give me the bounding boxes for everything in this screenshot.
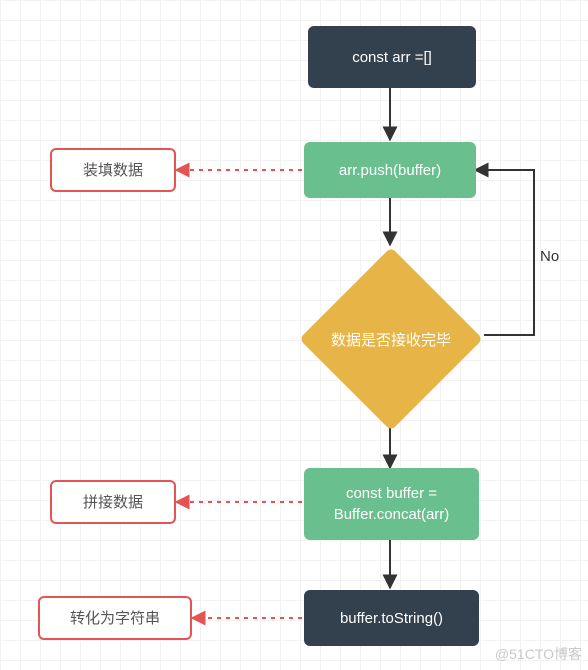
edge-label-no: No bbox=[540, 248, 559, 265]
annotation-concat-data: 拼接数据 bbox=[50, 480, 176, 524]
node-decision: 数据是否接收完毕 bbox=[296, 244, 486, 434]
node-buffer-concat: const buffer = Buffer.concat(arr) bbox=[304, 468, 479, 540]
node-label: 数据是否接收完毕 bbox=[331, 329, 451, 350]
node-buffer-tostring: buffer.toString() bbox=[304, 590, 479, 646]
flowchart-canvas: const arr =[] arr.push(buffer) 数据是否接收完毕 … bbox=[0, 0, 588, 670]
edge-label-text: No bbox=[540, 248, 559, 265]
annotation-label: 装填数据 bbox=[83, 160, 143, 181]
annotation-label: 转化为字符串 bbox=[70, 608, 160, 629]
node-label: const arr =[] bbox=[352, 47, 432, 68]
node-label-line1: const buffer = bbox=[346, 483, 437, 504]
node-label: arr.push(buffer) bbox=[339, 160, 441, 181]
annotation-label: 拼接数据 bbox=[83, 492, 143, 513]
node-const-arr: const arr =[] bbox=[308, 26, 476, 88]
node-label: buffer.toString() bbox=[340, 608, 443, 629]
node-label-line2: Buffer.concat(arr) bbox=[334, 504, 450, 525]
node-arr-push: arr.push(buffer) bbox=[304, 142, 476, 198]
annotation-fill-data: 装填数据 bbox=[50, 148, 176, 192]
watermark: @51CTO博客 bbox=[495, 644, 582, 664]
annotation-tostring: 转化为字符串 bbox=[38, 596, 192, 640]
watermark-text: @51CTO博客 bbox=[495, 646, 582, 662]
edges-layer bbox=[0, 0, 588, 670]
